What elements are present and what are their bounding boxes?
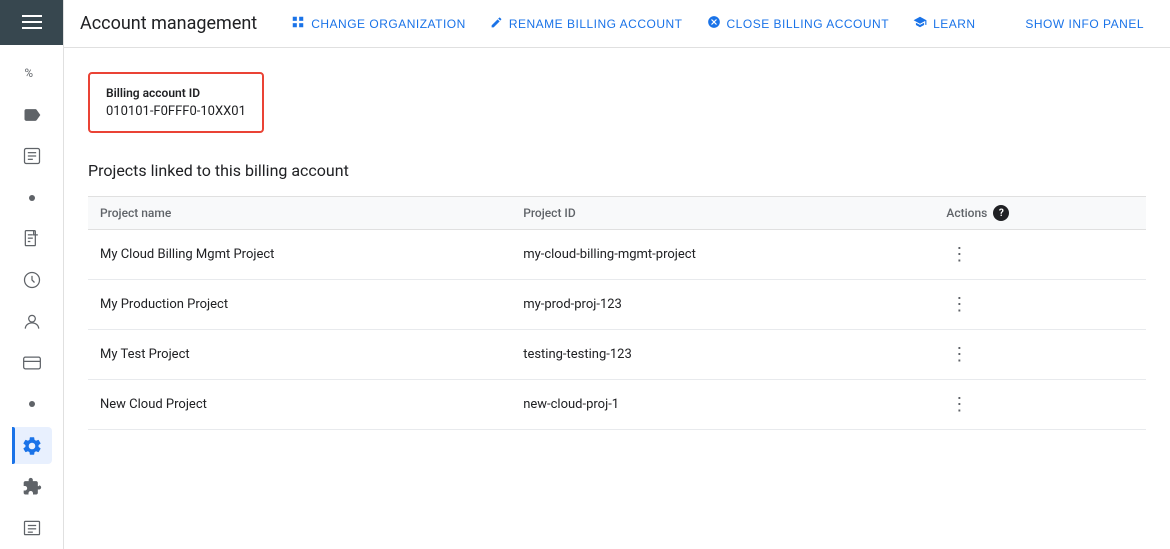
project-name-cell: My Cloud Billing Mgmt Project <box>88 230 511 280</box>
col-project-name: Project name <box>88 197 511 230</box>
more-actions-icon[interactable]: ⋮ <box>946 240 972 269</box>
project-name-cell: New Cloud Project <box>88 380 511 430</box>
table-row: My Test Project testing-testing-123 ⋮ <box>88 330 1146 380</box>
projects-section: Projects linked to this billing account … <box>88 161 1146 430</box>
sidebar-item-documents[interactable] <box>12 220 52 257</box>
change-org-button[interactable]: CHANGE ORGANIZATION <box>281 9 476 38</box>
project-id-cell: testing-testing-123 <box>511 330 934 380</box>
sidebar-item-checklist[interactable] <box>12 510 52 547</box>
col-actions: Actions ? <box>934 197 1146 230</box>
actions-cell: ⋮ <box>934 280 1146 330</box>
close-billing-button[interactable]: CLOSE BILLING ACCOUNT <box>697 9 900 38</box>
more-actions-icon[interactable]: ⋮ <box>946 390 972 419</box>
projects-table: Project name Project ID Actions ? My Clo… <box>88 196 1146 430</box>
pencil-icon <box>490 16 503 32</box>
project-id-cell: new-cloud-proj-1 <box>511 380 934 430</box>
sidebar-item-history[interactable] <box>12 262 52 299</box>
rename-billing-button[interactable]: RENAME BILLING ACCOUNT <box>480 10 693 38</box>
project-id-cell: my-cloud-billing-mgmt-project <box>511 230 934 280</box>
billing-id-value: 010101-F0FFF0-10XX01 <box>106 104 246 119</box>
page-title: Account management <box>80 13 257 34</box>
billing-id-label: Billing account ID <box>106 86 246 100</box>
more-actions-icon[interactable]: ⋮ <box>946 340 972 369</box>
more-actions-icon[interactable]: ⋮ <box>946 290 972 319</box>
col-project-id: Project ID <box>511 197 934 230</box>
table-row: My Cloud Billing Mgmt Project my-cloud-b… <box>88 230 1146 280</box>
sidebar-item-payment[interactable] <box>12 344 52 381</box>
sidebar-item-settings[interactable] <box>12 427 52 464</box>
sidebar-item-billing[interactable]: % <box>12 55 52 92</box>
graduation-icon <box>913 15 927 32</box>
sidebar-item-label[interactable] <box>12 96 52 133</box>
sidebar-dot-2 <box>12 386 52 423</box>
table-header: Project name Project ID Actions ? <box>88 197 1146 230</box>
sidebar-header <box>0 0 63 45</box>
sidebar: % <box>0 0 64 549</box>
actions-cell: ⋮ <box>934 380 1146 430</box>
learn-button[interactable]: LEARN <box>903 9 986 38</box>
sidebar-item-users[interactable] <box>12 303 52 340</box>
topbar-actions: CHANGE ORGANIZATION RENAME BILLING ACCOU… <box>281 9 1007 38</box>
project-name-cell: My Production Project <box>88 280 511 330</box>
project-name-cell: My Test Project <box>88 330 511 380</box>
billing-account-card: Billing account ID 010101-F0FFF0-10XX01 <box>88 72 264 133</box>
menu-icon[interactable] <box>22 15 42 29</box>
actions-cell: ⋮ <box>934 230 1146 280</box>
actions-help-icon[interactable]: ? <box>993 205 1009 221</box>
x-circle-icon <box>707 15 721 32</box>
actions-cell: ⋮ <box>934 330 1146 380</box>
topbar: Account management CHANGE ORGANIZATION <box>64 0 1170 48</box>
table-row: My Production Project my-prod-proj-123 ⋮ <box>88 280 1146 330</box>
table-row: New Cloud Project new-cloud-proj-1 ⋮ <box>88 380 1146 430</box>
sidebar-item-extensions[interactable] <box>12 468 52 505</box>
projects-section-title: Projects linked to this billing account <box>88 161 1146 180</box>
content-area: Billing account ID 010101-F0FFF0-10XX01 … <box>64 48 1170 549</box>
main-content: Account management CHANGE ORGANIZATION <box>64 0 1170 549</box>
grid-icon <box>291 15 305 32</box>
show-info-panel-button[interactable]: SHOW INFO PANEL <box>1015 11 1154 37</box>
sidebar-dot-1 <box>12 179 52 216</box>
svg-text:%: % <box>24 67 33 81</box>
table-body: My Cloud Billing Mgmt Project my-cloud-b… <box>88 230 1146 430</box>
sidebar-item-reports[interactable] <box>12 138 52 175</box>
project-id-cell: my-prod-proj-123 <box>511 280 934 330</box>
